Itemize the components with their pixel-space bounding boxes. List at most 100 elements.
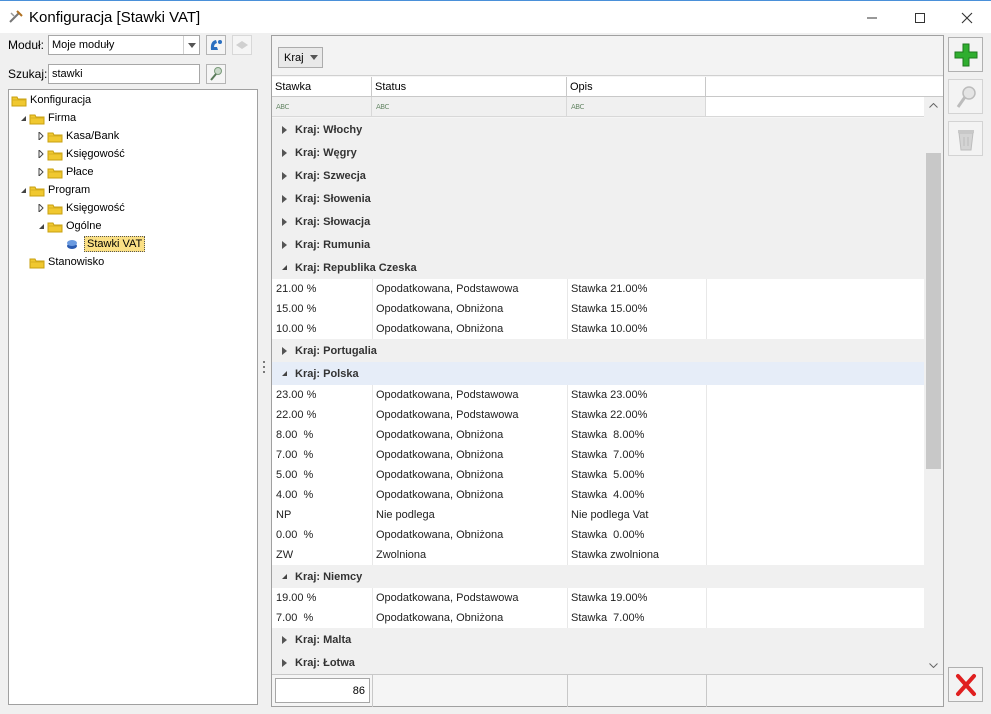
chevron-down-icon[interactable] <box>183 36 199 54</box>
window-close-button[interactable] <box>944 1 990 34</box>
tree-node[interactable]: Stanowisko <box>17 253 104 271</box>
group-expanded-icon[interactable] <box>273 370 295 377</box>
group-row[interactable]: Kraj: Niemcy <box>272 565 924 588</box>
group-row[interactable]: Kraj: Słowenia <box>272 187 924 210</box>
tree-expanded-icon[interactable] <box>17 181 29 199</box>
tree-node[interactable]: Płace <box>35 163 94 181</box>
column-header-status[interactable]: Status <box>372 77 567 97</box>
filter-cell-stawka[interactable]: ABC <box>272 97 372 117</box>
tree-node[interactable]: Kasa/Bank <box>35 127 119 145</box>
module-select[interactable]: Moje moduły <box>48 35 200 55</box>
tree-node-label: Stawki VAT <box>84 236 146 252</box>
cell-status: Opodatkowana, Obniżona <box>376 323 504 335</box>
delete-button[interactable] <box>948 121 983 156</box>
table-row[interactable]: 5.00 % Opodatkowana, Obniżona Stawka 5.00% <box>272 465 924 485</box>
group-row-label: Kraj: Niemcy <box>295 570 363 583</box>
group-collapsed-icon[interactable] <box>273 240 295 249</box>
cell-stawka: NP <box>276 509 292 521</box>
table-row[interactable]: 19.00 % Opodatkowana, Podstawowa Stawka 19… <box>272 588 924 608</box>
rates-icon <box>65 237 81 251</box>
group-collapsed-icon[interactable] <box>273 194 295 203</box>
table-row[interactable]: ZW Zwolniona Stawka zwolniona <box>272 545 924 565</box>
group-expanded-icon[interactable] <box>273 264 295 271</box>
group-collapsed-icon[interactable] <box>273 635 295 644</box>
table-row[interactable]: 22.00 % Opodatkowana, Podstawowa Stawka 22… <box>272 405 924 425</box>
tree-expanded-icon[interactable] <box>35 217 47 235</box>
edit-button[interactable] <box>948 79 983 114</box>
disabled-icon <box>236 41 248 49</box>
group-by-kraj-button[interactable]: Kraj <box>278 47 323 68</box>
group-row[interactable]: Kraj: Szwecja <box>272 164 924 187</box>
group-row[interactable]: Kraj: Węgry <box>272 141 924 164</box>
table-row[interactable]: 8.00 % Opodatkowana, Obniżona Stawka 8.00% <box>272 425 924 445</box>
close-button[interactable] <box>948 667 983 702</box>
group-collapsed-icon[interactable] <box>273 658 295 667</box>
table-row[interactable]: 0.00 % Opodatkowana, Obniżona Stawka 0.00% <box>272 525 924 545</box>
filter-cell-opis[interactable]: ABC <box>567 97 706 117</box>
table-row[interactable]: 23.00 % Opodatkowana, Podstawowa Stawka 23… <box>272 385 924 405</box>
group-row-label: Kraj: Słowacja <box>295 215 371 228</box>
group-row[interactable]: Kraj: Słowacja <box>272 210 924 233</box>
module-extra-button[interactable] <box>232 35 252 55</box>
cell-stawka: 21.00 % <box>276 283 317 295</box>
cell-status: Opodatkowana, Obniżona <box>376 469 504 481</box>
module-label: Moduł: <box>8 38 45 52</box>
table-row[interactable]: 21.00 % Opodatkowana, Podstawowa Stawka 21… <box>272 279 924 299</box>
filter-cell-status[interactable]: ABC <box>372 97 567 117</box>
module-contact-button[interactable] <box>206 35 226 55</box>
add-button[interactable] <box>948 37 983 72</box>
tree-collapsed-icon[interactable] <box>35 163 47 181</box>
group-row[interactable]: Kraj: Malta <box>272 628 924 651</box>
tree-node[interactable]: Ogólne <box>35 217 101 235</box>
scroll-up-button[interactable] <box>924 97 943 114</box>
tree-collapsed-icon[interactable] <box>35 199 47 217</box>
tree-node[interactable]: Program <box>17 181 90 199</box>
group-row[interactable]: Kraj: Polska <box>272 362 924 385</box>
group-row-label: Kraj: Węgry <box>295 146 357 159</box>
group-expanded-icon[interactable] <box>273 573 295 580</box>
group-collapsed-icon[interactable] <box>273 217 295 226</box>
table-row[interactable]: 4.00 % Opodatkowana, Obniżona Stawka 4.00% <box>272 485 924 505</box>
group-collapsed-icon[interactable] <box>273 171 295 180</box>
cell-opis: Stawka 23.00% <box>571 389 648 401</box>
config-tree[interactable]: Konfiguracja Firma Kasa/Bank Księgowość Płac… <box>8 89 258 705</box>
column-header-opis[interactable]: Opis <box>567 77 706 97</box>
column-header-stawka[interactable]: Stawka <box>272 77 372 97</box>
maximize-button[interactable] <box>897 1 943 34</box>
group-collapsed-icon[interactable] <box>273 346 295 355</box>
scroll-down-button[interactable] <box>924 657 943 674</box>
cell-opis: Stawka 0.00% <box>571 529 645 541</box>
search-input[interactable]: stawki <box>48 64 200 84</box>
group-row[interactable]: Kraj: Rumunia <box>272 233 924 256</box>
scroll-thumb[interactable] <box>926 153 941 469</box>
grid-body[interactable]: Kraj: Włochy Kraj: Węgry Kraj: Szwecja Kraj… <box>272 118 924 674</box>
folder-icon <box>47 219 63 233</box>
search-label: Szukaj: <box>8 67 48 81</box>
vertical-scrollbar[interactable] <box>924 97 943 674</box>
tree-node[interactable]: Księgowość <box>35 145 125 163</box>
search-button[interactable] <box>206 64 226 84</box>
tree-node[interactable]: Firma <box>17 109 76 127</box>
folder-icon <box>29 255 45 269</box>
tree-collapsed-icon[interactable] <box>35 145 47 163</box>
group-row[interactable]: Kraj: Republika Czeska <box>272 256 924 279</box>
table-row[interactable]: 15.00 % Opodatkowana, Obniżona Stawka 15.0… <box>272 299 924 319</box>
table-row[interactable]: NP Nie podlega Nie podlega Vat <box>272 505 924 525</box>
minimize-button[interactable] <box>849 1 895 34</box>
tree-node[interactable]: Konfiguracja <box>11 91 91 109</box>
cell-status: Opodatkowana, Obniżona <box>376 429 504 441</box>
tree-expanded-icon[interactable] <box>17 109 29 127</box>
table-row[interactable]: 10.00 % Opodatkowana, Obniżona Stawka 10.0… <box>272 319 924 339</box>
group-collapsed-icon[interactable] <box>273 125 295 134</box>
tree-node-label: Firma <box>48 112 77 124</box>
group-row[interactable]: Kraj: Portugalia <box>272 339 924 362</box>
tree-node[interactable]: Księgowość <box>35 199 125 217</box>
tree-collapsed-icon[interactable] <box>35 127 47 145</box>
group-row[interactable]: Kraj: Włochy <box>272 118 924 141</box>
group-row[interactable]: Kraj: Łotwa <box>272 651 924 674</box>
tree-node[interactable]: Stawki VAT <box>53 235 146 253</box>
splitter-handle[interactable] <box>262 360 266 374</box>
table-row[interactable]: 7.00 % Opodatkowana, Obniżona Stawka 7.00% <box>272 608 924 628</box>
table-row[interactable]: 7.00 % Opodatkowana, Obniżona Stawka 7.00% <box>272 445 924 465</box>
group-collapsed-icon[interactable] <box>273 148 295 157</box>
